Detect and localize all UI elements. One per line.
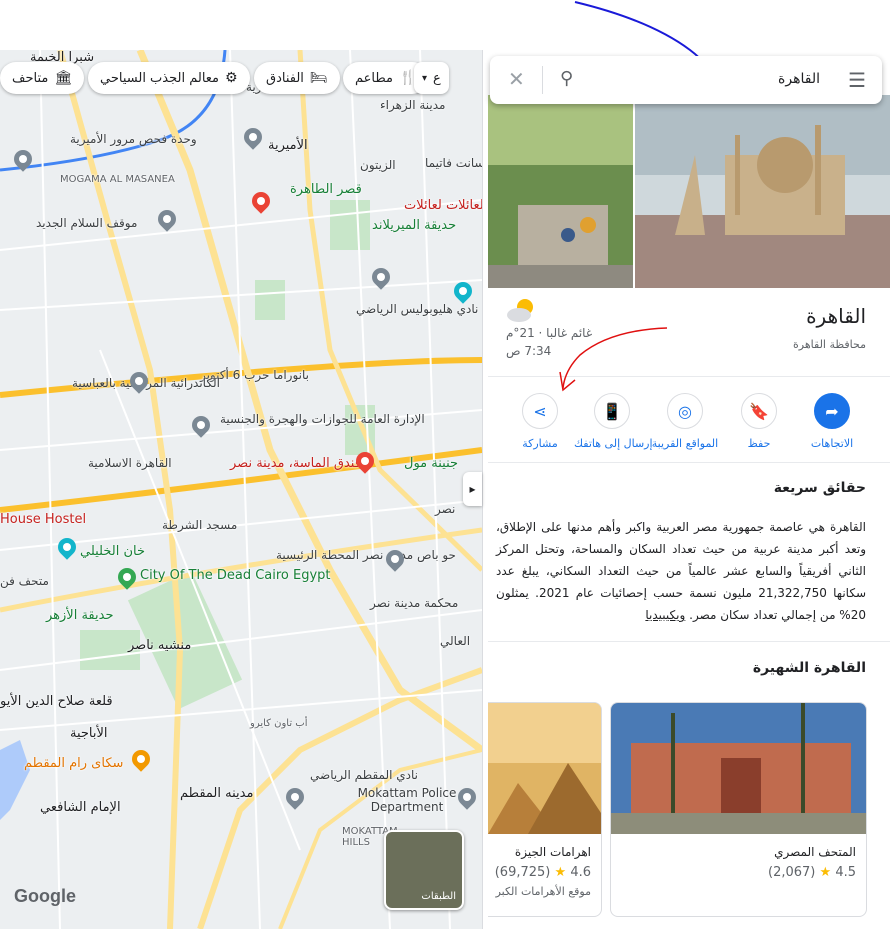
weather-text: غائم غالبا · 21°م: [506, 326, 593, 340]
share-icon: ⋖: [522, 393, 558, 429]
facts-heading: حقائق سريعة: [773, 480, 866, 496]
map-label: الإمام الشافعي: [40, 800, 121, 815]
map-label: حو باص مدينة نصر المحطة الرئيسية: [276, 548, 456, 562]
menu-icon[interactable]: ☰: [848, 70, 866, 90]
facts-body: القاهرة هي عاصمة جمهورية مصر العربية واك…: [496, 520, 866, 622]
search-icon[interactable]: ⚲: [560, 68, 573, 89]
map-label: قلعة صلاح الدين الأيو: [0, 694, 113, 709]
search-input[interactable]: القاهرة: [778, 71, 820, 87]
close-icon[interactable]: ✕: [508, 67, 525, 91]
chip-hotels[interactable]: 🛏 الفنادق: [254, 62, 340, 94]
map-label: العالي: [440, 634, 471, 648]
map-label: موقف السلام الجديد: [36, 216, 138, 230]
top-strip: [0, 0, 890, 50]
collapse-panel-button[interactable]: ▸: [463, 472, 482, 506]
place-title: القاهرة: [806, 304, 866, 328]
map-label: Mokattam Police Department: [357, 786, 457, 814]
place-photo-small[interactable]: [488, 95, 633, 288]
map-label: سانت فاتيما: [425, 156, 482, 170]
star-icon: ★: [554, 865, 567, 880]
card-review-count: (2,067): [768, 865, 816, 880]
chevron-down-icon: ▾: [422, 72, 428, 84]
map-label: مدينة الزهراء: [380, 98, 446, 112]
famous-card[interactable]: المتحف المصري 4.5 ★ (2,067): [610, 702, 867, 917]
wikipedia-link[interactable]: ويكيبيديا: [645, 608, 685, 622]
map-label: نصر: [435, 502, 456, 516]
divider: [488, 376, 890, 377]
google-logo: Google: [14, 886, 76, 906]
directions-icon: ➦: [814, 393, 850, 429]
card-type: موقع الأهرامات الكبر: [495, 885, 591, 898]
map-label: القاهرة الاسلامية: [88, 456, 172, 470]
place-photo-main[interactable]: [635, 95, 890, 288]
card-title: المتحف المصري: [774, 845, 856, 859]
card-rating: 4.6: [570, 865, 591, 880]
map-label: فندق الماسة، مدينة نصر: [230, 456, 361, 471]
divider: [488, 641, 890, 642]
star-icon: ★: [819, 865, 832, 880]
hotel-icon: 🛏: [309, 70, 328, 86]
facts-text: القاهرة هي عاصمة جمهورية مصر العربية واك…: [496, 516, 866, 626]
map-label: قصر الطاهرة: [290, 182, 362, 197]
nearby-button[interactable]: ◎ المواقع القريبة: [647, 393, 723, 450]
map-canvas[interactable]: شبرا الخيمة ميدان المطرية مدينة الزهراء …: [0, 50, 482, 929]
phone-icon: 📱: [594, 393, 630, 429]
chip-more[interactable]: ع ▾: [414, 62, 449, 94]
famous-card[interactable]: اهرامات الجيزة 4.6 ★ (69,725) موقع الأهر…: [488, 702, 602, 917]
card-title: اهرامات الجيزة: [514, 845, 591, 859]
map-label: العائلات لعائلات: [404, 198, 482, 213]
museum-icon: 🏛: [54, 70, 73, 86]
card-photo: [488, 703, 601, 834]
map-label: مدينه المقطم: [180, 786, 254, 801]
attraction-icon: ⚙: [225, 70, 238, 86]
map-label: City Of The Dead Cairo Egypt: [140, 568, 331, 583]
send-to-phone-button[interactable]: 📱 إرسال إلى هاتفك: [574, 393, 653, 450]
save-button[interactable]: 🔖 حفظ: [721, 393, 797, 450]
map-label: الأميرية: [268, 138, 308, 153]
map-label: نادي المقطم الرياضي: [310, 768, 418, 782]
card-review-count: (69,725): [494, 865, 551, 880]
map-label: وحدة فحص مرور الأميرية: [70, 132, 197, 146]
map-label: الأباجية: [70, 726, 108, 741]
map-label: حديقة الأزهر: [46, 608, 114, 623]
layers-button[interactable]: الطبقات: [384, 830, 464, 910]
map-label: متحف فن: [0, 574, 49, 588]
map-label: أب تاون كايرو: [250, 718, 308, 729]
map-label: محكمة مدينة نصر: [370, 596, 459, 610]
nearby-icon: ◎: [667, 393, 703, 429]
divider: [542, 66, 543, 94]
map-label: نادي هليوبوليس الرياضي: [356, 302, 479, 316]
chip-museums[interactable]: 🏛 متاحف: [0, 62, 85, 94]
map-label: الزيتون: [360, 158, 396, 172]
map-label: مسجد الشرطة: [162, 518, 238, 532]
chip-attractions[interactable]: ⚙ معالم الجذب السياحي: [88, 62, 250, 94]
map-label: House Hostel: [0, 512, 87, 527]
map-label: جنينة مول: [404, 456, 459, 471]
search-box[interactable]: ☰ القاهرة ⚲ ✕: [490, 56, 882, 104]
directions-button[interactable]: ➦ الاتجاهات: [794, 393, 870, 450]
map-label: منشيه ناصر: [128, 638, 192, 653]
card-rating: 4.5: [835, 865, 856, 880]
map-label: خان الخليلي: [80, 544, 146, 559]
divider: [488, 462, 890, 463]
local-time: 7:34 ص: [506, 344, 552, 358]
map-label: سكاى رام المقطم: [24, 756, 124, 771]
map-label: MOGAMA AL MASANEA: [60, 174, 175, 185]
map-label: الإدارة العامة للجوازات والهجرة والجنسية: [220, 412, 425, 426]
famous-heading: القاهرة الشهيرة: [752, 660, 866, 676]
card-photo: [611, 703, 866, 834]
map-label: حديقة الميريلاند: [372, 218, 457, 233]
weather-icon: [506, 296, 536, 324]
bookmark-icon: 🔖: [741, 393, 777, 429]
place-subtitle: محافظة القاهرة: [793, 338, 866, 351]
share-button[interactable]: ⋖ مشاركة: [502, 393, 578, 450]
layers-label: الطبقات: [421, 891, 456, 902]
